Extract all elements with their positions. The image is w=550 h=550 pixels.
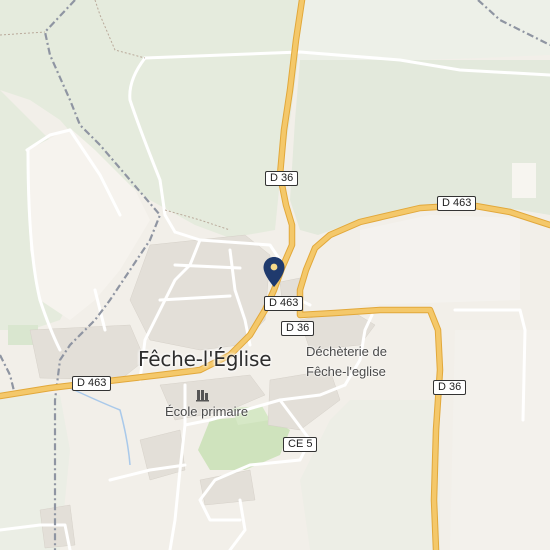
location-pin-icon[interactable] — [262, 256, 286, 288]
school-icon[interactable] — [196, 388, 210, 402]
road-shield-d463-west: D 463 — [72, 376, 112, 391]
poi-label-dechetterie-line2: Fêche-l'eglise — [306, 364, 386, 379]
field-east-1 — [360, 215, 520, 305]
poi-label-dechetterie-line1: Déchèterie de — [306, 344, 387, 359]
road-shield-d463-east: D 463 — [437, 196, 477, 211]
town-label[interactable]: Fêche-l'Église — [138, 347, 272, 371]
field-east-lower — [450, 330, 550, 550]
field-tile-ne — [512, 163, 536, 198]
poi-label-dechetterie[interactable]: Déchèterie de Fêche-l'eglise — [306, 342, 387, 382]
road-shield-d463-center: D 463 — [264, 296, 304, 311]
road-shield-ce5: CE 5 — [283, 437, 318, 452]
road-shield-d36-southeast: D 36 — [433, 380, 467, 395]
poi-label-school[interactable]: École primaire — [165, 404, 248, 419]
road-shield-d36-north: D 36 — [265, 171, 299, 186]
road-shield-d36-center: D 36 — [281, 321, 315, 336]
map-view[interactable]: D 36 D 463 D 463 D 36 D 463 D 36 CE 5 Fê… — [0, 0, 550, 550]
